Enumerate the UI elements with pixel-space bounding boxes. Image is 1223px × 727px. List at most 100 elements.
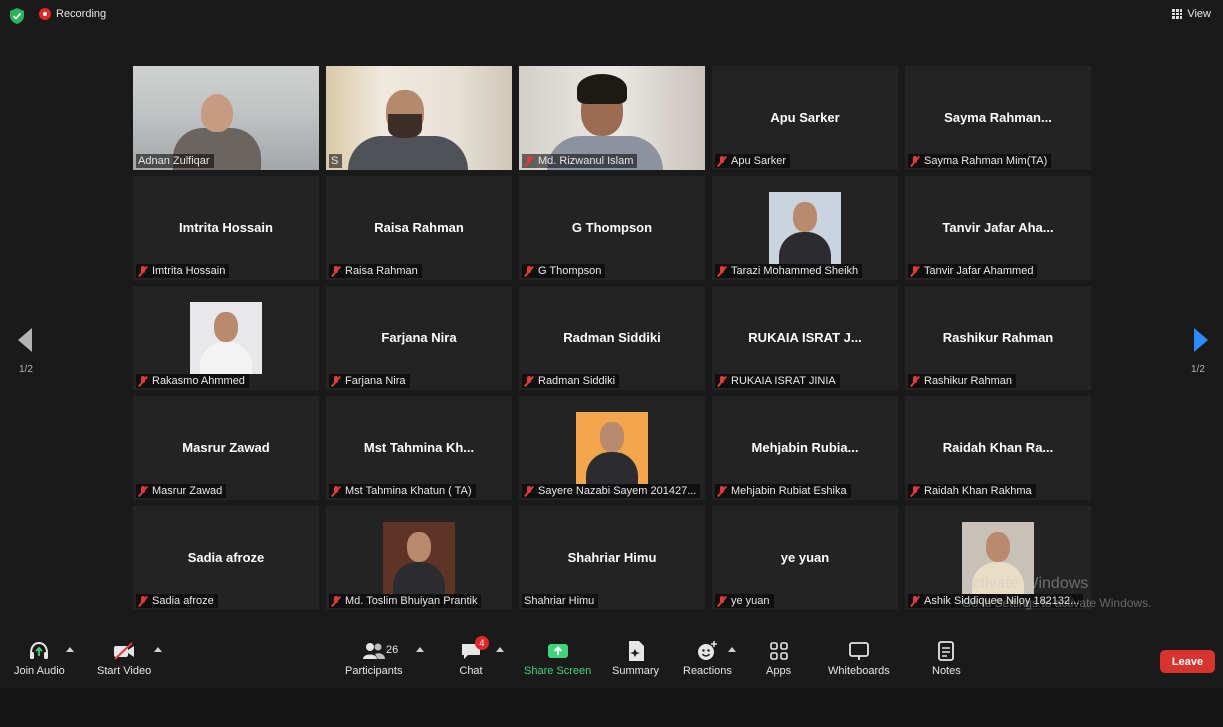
participant-name-label: Rakasmo Ahmmed — [136, 374, 249, 388]
participant-display-name: Imtrita Hossain — [179, 220, 273, 235]
bottom-strip — [0, 688, 1223, 727]
activate-windows-title: Activate Windows — [962, 575, 1089, 592]
participants-options-caret-icon[interactable] — [416, 647, 424, 652]
apps-icon — [767, 640, 791, 662]
top-bar: Recording View — [0, 0, 1223, 30]
participant-tile[interactable]: Md. Rizwanul Islam — [519, 66, 705, 170]
participant-tile[interactable]: Raisa Rahman Raisa Rahman — [326, 176, 512, 280]
mic-muted-icon — [910, 595, 920, 607]
join-audio-button[interactable]: Join Audio — [14, 640, 65, 677]
meeting-toolbar: Join Audio Start Video Participants 26 4… — [0, 632, 1223, 688]
join-audio-label: Join Audio — [14, 665, 65, 677]
grid-view-icon — [1172, 9, 1183, 19]
video-options-caret-icon[interactable] — [154, 647, 162, 652]
participant-tile[interactable]: Mst Tahmina Kh... Mst Tahmina Khatun ( TA… — [326, 396, 512, 500]
leave-button[interactable]: Leave — [1160, 650, 1215, 673]
participant-name-label: Raidah Khan Rakhma — [908, 484, 1036, 498]
participant-name-label: Sayere Nazabi Sayem 201427... — [522, 484, 701, 498]
summary-button[interactable]: Summary — [612, 640, 659, 677]
participant-tile[interactable]: Tanvir Jafar Aha... Tanvir Jafar Ahammed — [905, 176, 1091, 280]
participant-tile[interactable]: S — [326, 66, 512, 170]
apps-button[interactable]: Apps — [766, 640, 791, 677]
participant-name-label: Imtrita Hossain — [136, 264, 230, 278]
participant-tile[interactable]: Shahriar Himu Shahriar Himu — [519, 506, 705, 610]
recording-indicator[interactable]: Recording — [39, 8, 106, 20]
participant-tile[interactable]: Rakasmo Ahmmed — [133, 286, 319, 390]
share-screen-icon — [546, 640, 570, 662]
participant-name-label: Sadia afroze — [136, 594, 218, 608]
participant-tile[interactable]: Tarazi Mohammed Sheikh — [712, 176, 898, 280]
audio-options-caret-icon[interactable] — [66, 647, 74, 652]
participant-display-name: ye yuan — [780, 550, 830, 565]
chat-button[interactable]: 4 Chat — [459, 636, 489, 677]
chat-icon: 4 — [459, 636, 489, 662]
participant-tile[interactable]: Mehjabin Rubia... Mehjabin Rubiat Eshika — [712, 396, 898, 500]
participant-name-label: G Thompson — [522, 264, 606, 278]
participant-name: Farjana Nira — [345, 375, 406, 387]
participant-tile[interactable]: Adnan Zulfiqar — [133, 66, 319, 170]
participant-name: Tanvir Jafar Ahammed — [924, 265, 1034, 277]
participant-name-label: Raisa Rahman — [329, 264, 422, 278]
reactions-button[interactable]: Reactions — [683, 640, 732, 677]
participant-tile[interactable]: Radman Siddiki Radman Siddiki — [519, 286, 705, 390]
participant-tile[interactable]: Masrur Zawad Masrur Zawad — [133, 396, 319, 500]
participant-name: Mehjabin Rubiat Eshika — [731, 485, 847, 497]
participant-display-name: Shahriar Himu — [567, 550, 657, 565]
chat-options-caret-icon[interactable] — [496, 647, 504, 652]
security-shield-icon[interactable] — [10, 8, 24, 24]
participant-tile[interactable]: Imtrita Hossain Imtrita Hossain — [133, 176, 319, 280]
participant-tile[interactable]: Ashik Siddiquee Niloy 182132... — [905, 506, 1091, 610]
mic-muted-icon — [138, 595, 148, 607]
mic-muted-icon — [524, 375, 534, 387]
participant-name-label: Md. Rizwanul Islam — [522, 154, 638, 168]
participant-name-label: Rashikur Rahman — [908, 374, 1017, 388]
participant-tile[interactable]: Rashikur Rahman Rashikur Rahman — [905, 286, 1091, 390]
participant-tile[interactable]: Sadia afroze Sadia afroze — [133, 506, 319, 610]
participant-tile[interactable]: RUKAIA ISRAT J... RUKAIA ISRAT JINIA — [712, 286, 898, 390]
participant-display-name: Apu Sarker — [770, 110, 840, 125]
profile-head — [600, 422, 624, 452]
mic-muted-icon — [717, 485, 727, 497]
participant-name: Rakasmo Ahmmed — [152, 375, 245, 387]
participant-name-label: Md. Toslim Bhuiyan Prantik — [329, 594, 482, 608]
mic-muted-icon — [524, 485, 534, 497]
participant-name: S — [331, 155, 339, 167]
mic-muted-icon — [331, 265, 341, 277]
notes-icon — [934, 640, 958, 662]
participant-display-name: Rashikur Rahman — [942, 330, 1054, 345]
participant-tile[interactable]: G Thompson G Thompson — [519, 176, 705, 280]
participant-figure — [201, 94, 233, 132]
participant-tile[interactable]: Farjana Nira Farjana Nira — [326, 286, 512, 390]
participant-tile[interactable]: Md. Toslim Bhuiyan Prantik — [326, 506, 512, 610]
profile-body — [393, 562, 445, 594]
participant-name: G Thompson — [538, 265, 602, 277]
participant-tile[interactable]: Apu Sarker Apu Sarker — [712, 66, 898, 170]
participant-name: Adnan Zulfiqar — [138, 155, 210, 167]
participant-name-label: ye yuan — [715, 594, 774, 608]
profile-body — [586, 452, 638, 484]
participant-count: 26 — [386, 644, 399, 656]
participant-tile[interactable]: ye yuan ye yuan — [712, 506, 898, 610]
video-off-icon — [112, 640, 136, 662]
participant-tile[interactable]: Raidah Khan Ra... Raidah Khan Rakhma — [905, 396, 1091, 500]
profile-picture — [576, 412, 648, 484]
apps-label: Apps — [766, 665, 792, 677]
whiteboards-button[interactable]: Whiteboards — [828, 640, 890, 677]
notes-button[interactable]: Notes — [932, 640, 961, 677]
view-button[interactable]: View — [1172, 8, 1211, 20]
previous-page-arrow-icon[interactable] — [18, 328, 32, 352]
page-indicator-right: 1/2 — [1191, 364, 1205, 375]
profile-head — [214, 312, 238, 342]
participant-name: Sayere Nazabi Sayem 201427... — [538, 485, 697, 497]
participant-tile[interactable]: Sayma Rahman... Sayma Rahman Mim(TA) — [905, 66, 1091, 170]
profile-picture — [383, 522, 455, 594]
reactions-options-caret-icon[interactable] — [728, 647, 736, 652]
participant-name: Shahriar Himu — [524, 595, 595, 607]
participant-tile[interactable]: Sayere Nazabi Sayem 201427... — [519, 396, 705, 500]
share-screen-button[interactable]: Share Screen — [524, 640, 591, 677]
participant-name: Sayma Rahman Mim(TA) — [924, 155, 1048, 167]
participant-display-name: Sayma Rahman... — [944, 110, 1052, 125]
participant-display-name: Farjana Nira — [381, 330, 457, 345]
next-page-arrow-icon[interactable] — [1194, 328, 1208, 352]
start-video-button[interactable]: Start Video — [97, 640, 151, 677]
